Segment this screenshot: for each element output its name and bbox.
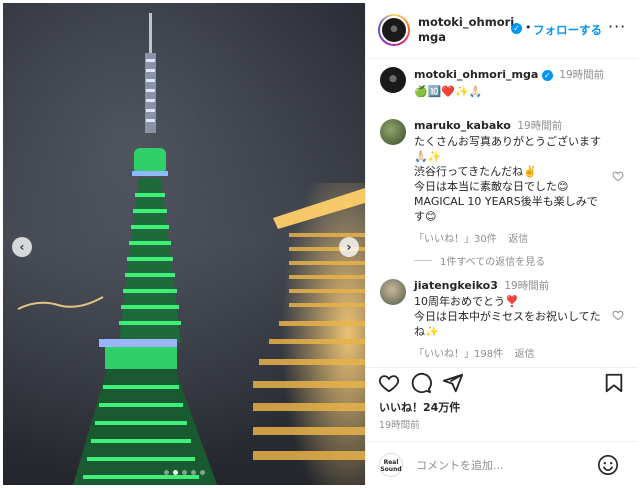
follow-button[interactable]: フォローする <box>533 22 602 38</box>
comment-line: 渋谷行ってきたんだね✌️ <box>414 165 537 178</box>
comment-icon[interactable] <box>410 372 432 394</box>
view-replies[interactable]: 1件すべての返信を見る <box>414 253 545 268</box>
commenter-username[interactable]: jiatengkeiko3 <box>414 279 498 292</box>
next-photo-button[interactable]: › <box>339 237 359 257</box>
carousel-dot <box>163 470 169 475</box>
share-icon[interactable] <box>442 372 464 394</box>
carousel-indicator <box>3 470 365 475</box>
post-time[interactable]: 19時間前 <box>379 417 420 431</box>
comment-input[interactable] <box>416 456 596 474</box>
carousel-dot-active <box>172 470 178 475</box>
verified-badge-icon: ✓ <box>511 23 522 34</box>
tokyo-tower-image <box>3 3 365 485</box>
carousel-dot <box>199 470 205 475</box>
post-photo[interactable]: ‹ › <box>3 3 365 485</box>
comment-likes-count[interactable]: 「いいね！」198件 <box>414 349 503 360</box>
comment-line: MAGICAL 10 YEARS後半も楽しみで <box>414 195 598 208</box>
separator-dot: • <box>525 21 532 34</box>
caption-time[interactable]: 19時間前 <box>559 69 604 81</box>
verified-badge-icon: ✓ <box>541 69 553 81</box>
author-avatar[interactable] <box>378 14 410 46</box>
caption-username[interactable]: motoki_ohmori_mga <box>414 68 538 81</box>
caption: motoki_ohmori_mga ✓ 19時間前 🍏🔟❤️✨🙏🏻 <box>414 67 624 99</box>
comment-time[interactable]: 19時間前 <box>517 120 562 132</box>
caption-avatar[interactable] <box>380 67 406 93</box>
comment-line: 今日は日本中がミセスをお祝いしてた <box>414 310 601 323</box>
caption-text: 🍏🔟❤️✨🙏🏻 <box>414 85 483 98</box>
commenter-avatar[interactable] <box>380 279 406 305</box>
comment-line: 10周年おめでとう❣️ <box>414 295 519 308</box>
comment-likes-count[interactable]: 「いいね！」30件 <box>414 234 497 245</box>
commenter-avatar[interactable] <box>380 119 406 145</box>
comment-like-heart-icon[interactable] <box>612 170 624 182</box>
more-options-button[interactable]: ··· <box>608 17 626 36</box>
likes-count[interactable]: いいね！24万件 <box>379 399 460 415</box>
bookmark-icon[interactable] <box>603 372 625 394</box>
comment: jiatengkeiko3 19時間前 10周年おめでとう❣️ 今日は日本中がミ… <box>414 278 619 360</box>
view-replies-link[interactable]: 1件すべての返信を見る <box>440 253 545 268</box>
previous-photo-button[interactable]: ‹ <box>12 237 32 257</box>
heart-icon[interactable] <box>378 372 400 394</box>
reply-button[interactable]: 返信 <box>515 349 535 360</box>
carousel-dot <box>190 470 196 475</box>
carousel-dot <box>181 470 187 475</box>
comment: maruko_kabako 19時間前 たくさんお写真ありがとうございます 🙏🏻… <box>414 118 619 245</box>
comment-like-heart-icon[interactable] <box>612 309 624 321</box>
comment-time[interactable]: 19時間前 <box>504 280 549 292</box>
comment-line: ね✨ <box>414 325 439 338</box>
post-side-panel: motoki_ohmori_mga ✓ • フォローする ··· motoki_… <box>365 3 638 485</box>
comment-line: 今日は本当に素敵な日でした😊 <box>414 180 569 193</box>
post-header: motoki_ohmori_mga ✓ • フォローする ··· <box>366 3 638 59</box>
commenter-username[interactable]: maruko_kabako <box>414 119 511 132</box>
replies-line <box>414 260 432 261</box>
comment-line: 🙏🏻✨ <box>414 150 442 163</box>
comment-line: たくさんお写真ありがとうございます <box>414 135 601 148</box>
emoji-icon[interactable] <box>597 454 619 476</box>
reply-button[interactable]: 返信 <box>508 234 528 245</box>
real-sound-logo[interactable]: Real Sound <box>379 453 403 477</box>
add-comment-bar: Real Sound <box>366 441 638 485</box>
action-bar <box>366 367 638 397</box>
comment-line: す😊 <box>414 210 437 223</box>
